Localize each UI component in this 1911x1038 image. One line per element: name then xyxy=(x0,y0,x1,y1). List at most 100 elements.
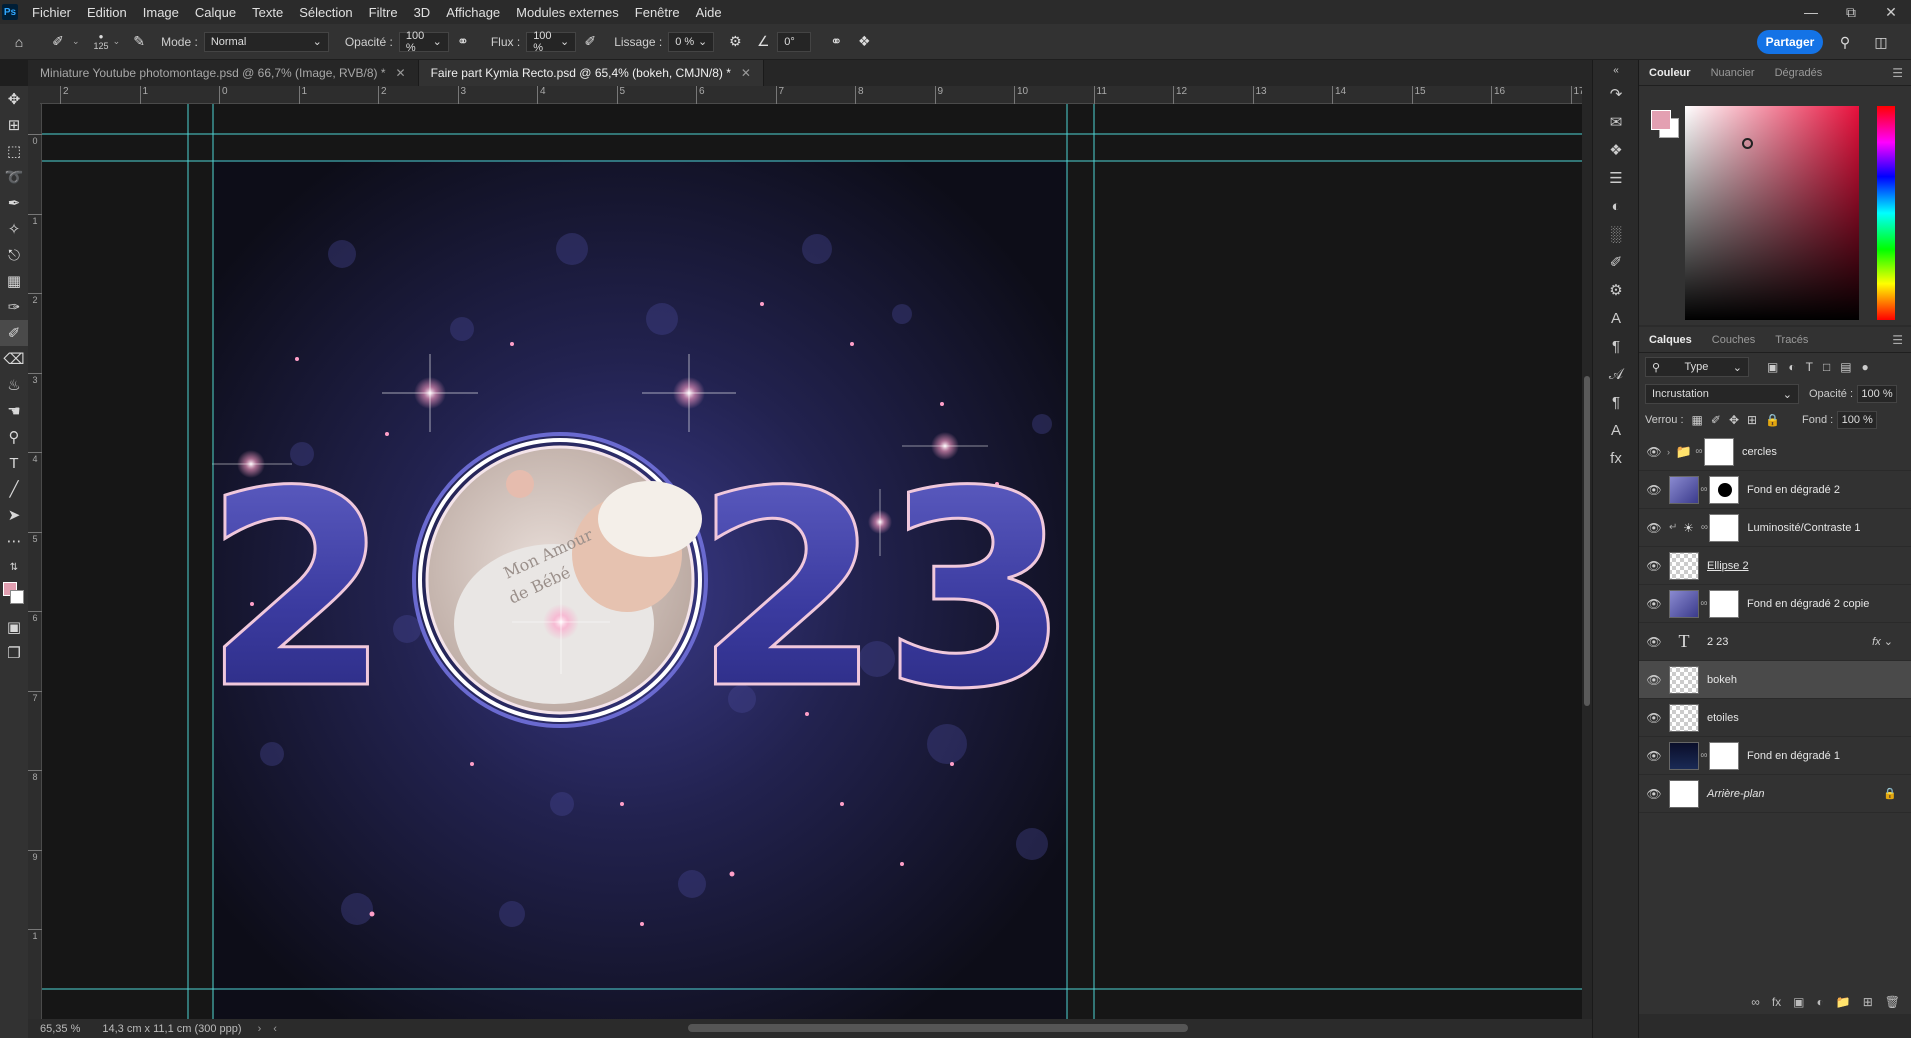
lock-all-icon[interactable]: 🔒 xyxy=(1765,413,1780,427)
eye-icon[interactable]: 👁 xyxy=(1643,635,1665,649)
screen-mode-icon[interactable]: ❐ xyxy=(0,640,28,666)
pressure-opacity-icon[interactable]: ⚭ xyxy=(452,31,474,53)
selection-arrow-tool-icon[interactable]: ➤ xyxy=(0,502,28,528)
workspace-icon[interactable]: ◫ xyxy=(1870,31,1892,53)
smudge-tool-icon[interactable]: ☚ xyxy=(0,398,28,424)
add-style-icon[interactable]: fx xyxy=(1772,995,1781,1009)
layer-opacity-input[interactable]: 100 % xyxy=(1857,385,1898,403)
eye-icon[interactable]: 👁 xyxy=(1643,711,1665,725)
link-layers-icon[interactable]: ∞ xyxy=(1751,995,1760,1009)
layer-row[interactable]: 👁 › 📁 ∞ cercles xyxy=(1639,433,1911,471)
fill-input[interactable]: 100 % xyxy=(1837,411,1878,429)
filter-shape-icon[interactable]: □ xyxy=(1823,360,1830,374)
marquee-tool-icon[interactable]: ⬚ xyxy=(0,138,28,164)
layer-mask-thumbnail[interactable] xyxy=(1709,513,1740,542)
lock-position-icon[interactable]: ✥ xyxy=(1729,413,1739,427)
menu-calque[interactable]: Calque xyxy=(187,5,244,20)
layer-row[interactable]: 👁 ↵ ☀ ∞ Luminosité/Contraste 1 xyxy=(1639,509,1911,547)
menu-texte[interactable]: Texte xyxy=(244,5,291,20)
delete-layer-icon[interactable]: 🗑 xyxy=(1885,995,1900,1009)
menu-selection[interactable]: Sélection xyxy=(291,5,360,20)
filter-adjustment-icon[interactable]: ◐ xyxy=(1788,360,1795,374)
tab-degrades[interactable]: Dégradés xyxy=(1765,67,1833,79)
pattern-tool-icon[interactable]: ▦ xyxy=(0,268,28,294)
gear-icon[interactable]: ⚙ xyxy=(724,31,746,53)
lock-artboard-icon[interactable]: ⊞ xyxy=(1747,413,1757,427)
tab-faire-part[interactable]: Faire part Kymia Recto.psd @ 65,4% (boke… xyxy=(418,60,764,86)
paragraph-icon[interactable]: ¶ xyxy=(1593,332,1639,360)
move-tool-icon[interactable]: ✥ xyxy=(0,86,28,112)
layer-row[interactable]: 👁 Arrière-plan 🔒 xyxy=(1639,775,1911,813)
type-tool-icon[interactable]: T xyxy=(0,450,28,476)
scroll-left-icon[interactable]: ‹ xyxy=(273,1023,277,1035)
histogram-icon[interactable]: ░ xyxy=(1593,220,1639,248)
flow-input[interactable]: 100 % ⌄ xyxy=(526,30,577,54)
collapse-panels-icon[interactable]: « xyxy=(1593,60,1639,80)
opacity-input[interactable]: 100 % ⌄ xyxy=(398,30,449,54)
panel-menu-icon[interactable]: ☰ xyxy=(1892,333,1903,347)
brush-tool-icon[interactable]: ✐ xyxy=(0,320,28,346)
layer-mask-thumbnail[interactable] xyxy=(1709,475,1739,504)
eye-icon[interactable]: 👁 xyxy=(1643,445,1665,459)
eye-icon[interactable]: 👁 xyxy=(1643,673,1665,687)
crop-tool-icon[interactable]: ⊞ xyxy=(0,112,28,138)
minimize-icon[interactable]: — xyxy=(1791,0,1831,24)
eye-icon[interactable]: 👁 xyxy=(1643,749,1665,763)
menu-aide[interactable]: Aide xyxy=(688,5,730,20)
document-canvas[interactable]: 2 23 Mon Amour de Bébé xyxy=(42,104,1582,1019)
quick-mask-icon[interactable]: ▣ xyxy=(0,614,28,640)
filter-type-icon[interactable]: T xyxy=(1806,360,1813,374)
paint-bucket-tool-icon[interactable]: ♨ xyxy=(0,372,28,398)
background-color-swatch[interactable] xyxy=(10,590,24,604)
filter-pixel-icon[interactable]: ▣ xyxy=(1767,360,1778,374)
history-icon[interactable]: ↷ xyxy=(1593,80,1639,108)
eye-icon[interactable]: 👁 xyxy=(1643,521,1665,535)
angle-input[interactable]: 0° xyxy=(777,31,812,52)
layer-mask-thumbnail[interactable] xyxy=(1709,741,1739,770)
pressure-size-icon[interactable]: ⚭ xyxy=(825,31,847,53)
menu-image[interactable]: Image xyxy=(135,5,187,20)
layer-row[interactable]: 👁 Ellipse 2 xyxy=(1639,547,1911,585)
vertical-ruler[interactable]: 0 1 2 3 4 5 6 7 8 9 1 xyxy=(28,104,42,1019)
color-picker-field[interactable] xyxy=(1685,106,1859,320)
layer-mask-thumbnail[interactable] xyxy=(1704,437,1734,466)
color-picker-cursor[interactable] xyxy=(1742,138,1753,149)
blend-mode-select[interactable]: Incrustation ⌄ xyxy=(1645,384,1799,404)
status-arrow-icon[interactable]: › xyxy=(258,1023,262,1035)
horizontal-scroll-thumb[interactable] xyxy=(688,1024,1188,1032)
eye-icon[interactable]: 👁 xyxy=(1643,597,1665,611)
fx-icon[interactable]: fx ⌄ xyxy=(1872,635,1893,648)
stamp-tool-icon[interactable]: ⎋ xyxy=(0,242,28,268)
tab-couches[interactable]: Couches xyxy=(1702,334,1765,346)
tab-traces[interactable]: Tracés xyxy=(1765,334,1818,346)
home-icon[interactable]: ⌂ xyxy=(8,31,30,53)
add-mask-icon[interactable]: ▣ xyxy=(1793,995,1804,1009)
tab-nuancier[interactable]: Nuancier xyxy=(1701,67,1765,79)
eyedropper-tool-icon[interactable]: ✑ xyxy=(0,294,28,320)
dropdown-chevron-icon[interactable]: ⌄ xyxy=(72,36,80,47)
vertical-scrollbar[interactable] xyxy=(1582,86,1592,1019)
close-tab-icon[interactable]: ✕ xyxy=(741,66,751,80)
line-tool-icon[interactable]: ╱ xyxy=(0,476,28,502)
new-layer-icon[interactable]: ⊞ xyxy=(1863,995,1873,1009)
expand-arrow-icon[interactable]: › xyxy=(1667,447,1670,457)
3d-icon[interactable]: ❖ xyxy=(1593,136,1639,164)
close-tab-icon[interactable]: ✕ xyxy=(396,66,406,80)
tab-miniature-youtube[interactable]: Miniature Youtube photomontage.psd @ 66,… xyxy=(28,60,419,86)
menu-affichage[interactable]: Affichage xyxy=(438,5,508,20)
foreground-color-swatch[interactable] xyxy=(1651,110,1671,130)
eye-icon[interactable]: 👁 xyxy=(1643,787,1665,801)
menu-filtre[interactable]: Filtre xyxy=(361,5,406,20)
close-icon[interactable]: ✕ xyxy=(1871,0,1911,24)
search-icon[interactable]: ⚲ xyxy=(1834,31,1856,53)
eye-icon[interactable]: 👁 xyxy=(1643,483,1665,497)
mode-select[interactable]: Normal ⌄ xyxy=(203,31,329,52)
fx-icon[interactable]: fx xyxy=(1593,444,1639,472)
brushes-icon[interactable]: ✐ xyxy=(1593,248,1639,276)
brush-size-picker[interactable]: ● 125 xyxy=(94,32,109,51)
menu-modules-externes[interactable]: Modules externes xyxy=(508,5,627,20)
pen-tool-icon[interactable]: ✒ xyxy=(0,190,28,216)
layer-row[interactable]: 👁 ∞ Fond en dégradé 1 xyxy=(1639,737,1911,775)
airbrush-icon[interactable]: ✐ xyxy=(579,31,601,53)
tab-couleur[interactable]: Couleur xyxy=(1639,67,1701,79)
